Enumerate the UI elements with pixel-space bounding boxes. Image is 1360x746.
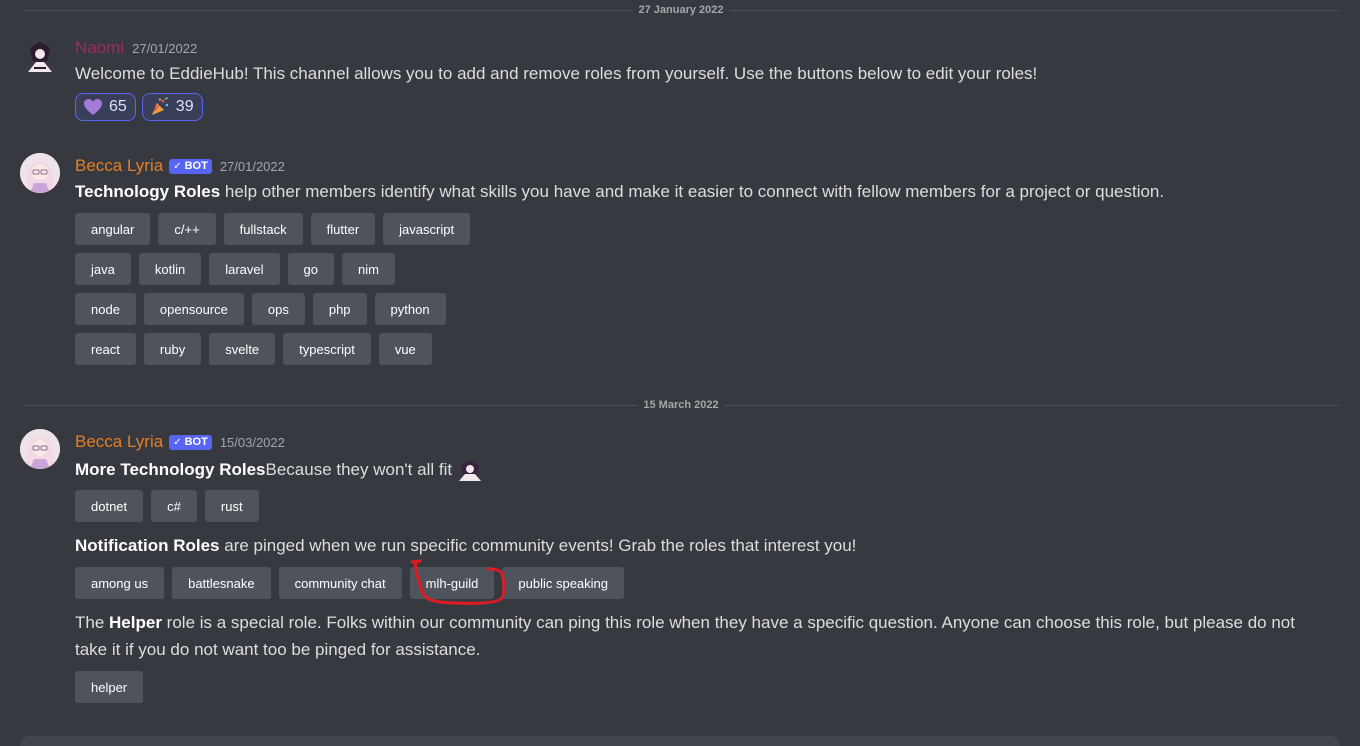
- role-button[interactable]: angular: [75, 213, 151, 245]
- role-button-mlh-guild[interactable]: mlh-guild: [409, 567, 495, 599]
- username[interactable]: Naomi: [75, 37, 124, 59]
- role-button[interactable]: kotlin: [138, 253, 202, 285]
- role-button[interactable]: typescript: [283, 333, 371, 365]
- bot-badge: ✓ BOT: [169, 434, 212, 450]
- role-button[interactable]: among us: [75, 567, 165, 599]
- heading: Notification Roles: [75, 536, 220, 555]
- message-text: Notification Roles are pinged when we ru…: [75, 532, 856, 559]
- role-button[interactable]: nim: [341, 253, 395, 285]
- role-button[interactable]: python: [374, 293, 446, 325]
- date-divider: 27 January 2022: [24, 3, 1338, 17]
- body: help other members identify what skills …: [220, 182, 1165, 201]
- role-button[interactable]: c/++: [158, 213, 216, 245]
- role-button[interactable]: community chat: [278, 567, 402, 599]
- role-button-row: react ruby svelte typescript vue: [75, 333, 432, 365]
- role-button[interactable]: dotnet: [75, 490, 144, 522]
- date-divider: 15 March 2022: [24, 398, 1338, 412]
- role-button-row: dotnet c# rust: [75, 490, 259, 522]
- role-button[interactable]: node: [75, 293, 136, 325]
- role-button[interactable]: flutter: [310, 213, 376, 245]
- message-input-bar[interactable]: [20, 736, 1340, 746]
- reactions: 65 39: [75, 93, 203, 121]
- role-button[interactable]: ops: [251, 293, 305, 325]
- role-button[interactable]: svelte: [209, 333, 276, 365]
- reaction-heart[interactable]: 65: [75, 93, 136, 121]
- naomi-emoji-icon[interactable]: [455, 458, 485, 482]
- role-button[interactable]: public speaking: [502, 567, 625, 599]
- message-text: Welcome to EddieHub! This channel allows…: [75, 64, 1038, 83]
- timestamp: 15/03/2022: [219, 434, 285, 450]
- message-text: The Helper role is a special role. Folks…: [75, 609, 1315, 663]
- timestamp: 27/01/2022: [219, 158, 285, 174]
- bot-badge-label: BOT: [184, 159, 208, 172]
- username[interactable]: Becca Lyria: [75, 155, 163, 177]
- message-text: More Technology Roles Because they won't…: [75, 456, 485, 483]
- avatar[interactable]: [20, 38, 60, 78]
- heading: Technology Roles: [75, 182, 221, 201]
- check-icon: ✓: [173, 436, 182, 448]
- naomi-avatar-icon: [20, 38, 60, 78]
- role-button[interactable]: go: [287, 253, 334, 285]
- role-button-row: java kotlin laravel go nim: [75, 253, 395, 285]
- role-button[interactable]: javascript: [383, 213, 471, 245]
- role-button-row: node opensource ops php python: [75, 293, 446, 325]
- avatar[interactable]: [20, 153, 60, 193]
- role-button[interactable]: laravel: [209, 253, 280, 285]
- reaction-count: 65: [109, 98, 127, 115]
- becca-avatar-icon: [20, 153, 60, 193]
- role-button[interactable]: react: [75, 333, 136, 365]
- role-button[interactable]: ruby: [143, 333, 202, 365]
- role-button-row: helper: [75, 671, 144, 703]
- reaction-count: 39: [175, 98, 194, 115]
- body: The: [75, 613, 110, 632]
- date-divider-label: 27 January 2022: [632, 3, 730, 17]
- role-button[interactable]: battlesnake: [172, 567, 271, 599]
- bot-badge: ✓ BOT: [169, 158, 212, 174]
- becca-avatar-icon: [20, 429, 60, 469]
- role-button-row: among us battlesnake community chat mlh-…: [75, 567, 625, 599]
- role-button[interactable]: php: [312, 293, 367, 325]
- role-button[interactable]: c#: [151, 490, 197, 522]
- role-button[interactable]: fullstack: [223, 213, 303, 245]
- body: role is a special role. Folks within our…: [75, 613, 1295, 659]
- avatar[interactable]: [20, 429, 60, 469]
- purple-heart-icon: [84, 99, 102, 115]
- body: are pinged when we run specific communit…: [219, 536, 857, 555]
- check-icon: ✓: [173, 160, 182, 172]
- reaction-party[interactable]: 39: [141, 93, 203, 121]
- role-button[interactable]: java: [75, 253, 131, 285]
- bot-badge-label: BOT: [184, 435, 208, 448]
- timestamp: 27/01/2022: [132, 40, 198, 56]
- body: Because they won't all fit: [265, 460, 453, 479]
- role-button[interactable]: helper: [75, 671, 144, 703]
- heading: Helper: [109, 613, 162, 632]
- role-button-row: angular c/++ fullstack flutter javascrip…: [75, 213, 471, 245]
- heading: More Technology Roles: [75, 460, 266, 479]
- party-popper-icon: [151, 97, 169, 115]
- role-button[interactable]: vue: [378, 333, 432, 365]
- role-button[interactable]: rust: [204, 490, 259, 522]
- username[interactable]: Becca Lyria: [75, 431, 163, 453]
- date-divider-label: 15 March 2022: [637, 398, 725, 412]
- message-text: Technology Roles help other members iden…: [75, 178, 1164, 205]
- role-button[interactable]: opensource: [143, 293, 244, 325]
